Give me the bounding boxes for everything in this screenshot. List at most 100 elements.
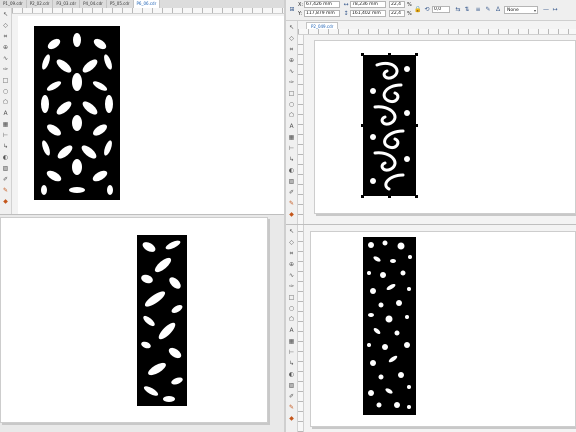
crop-icon[interactable]: ⌗ xyxy=(288,46,296,54)
eyedropper-icon[interactable]: ✐ xyxy=(2,176,10,184)
table-icon[interactable]: ▦ xyxy=(288,338,296,346)
selection-handle-bottom-right[interactable] xyxy=(415,195,418,198)
selection-handle-top-left[interactable] xyxy=(361,53,364,56)
text-icon[interactable]: A xyxy=(288,123,296,131)
zoom-icon[interactable]: ⊕ xyxy=(288,57,296,65)
artistic-media-icon[interactable]: ✑ xyxy=(288,79,296,87)
outline-width-select[interactable]: None ▾ xyxy=(504,6,538,14)
drawing-page[interactable] xyxy=(0,217,268,423)
dimension-icon[interactable]: ⊢ xyxy=(288,349,296,357)
table-icon[interactable]: ▦ xyxy=(288,134,296,142)
corel-window-bottom-right: ↖ ◇ ⌗ ⊕ ∿ ✑ □ ○ ⬠ A ▦ ⊢ ↳ ◐ ▨ ✐ ✎ ◆ xyxy=(286,225,576,432)
selection-handle-top[interactable] xyxy=(388,53,391,56)
selection-handle-right[interactable] xyxy=(415,124,418,127)
horizontal-ruler[interactable] xyxy=(298,29,576,35)
transparency-icon[interactable]: ▨ xyxy=(288,178,296,186)
document-tab-4[interactable]: P4_04.cdr xyxy=(80,0,107,8)
scroll-cutout-panel[interactable] xyxy=(363,55,416,196)
text-icon[interactable]: A xyxy=(288,327,296,335)
polygon-icon[interactable]: ⬠ xyxy=(2,99,10,107)
freehand-icon[interactable]: ∿ xyxy=(288,68,296,76)
dimension-icon[interactable]: ⊢ xyxy=(2,132,10,140)
lock-ratio-icon[interactable]: 🔒 xyxy=(414,6,422,14)
shape-icon[interactable]: ◇ xyxy=(288,35,296,43)
rectangle-icon[interactable]: □ xyxy=(288,294,296,302)
transparency-icon[interactable]: ▨ xyxy=(2,165,10,173)
mirror-horizontal-icon[interactable]: ⇆ xyxy=(454,6,462,14)
horizontal-ruler[interactable] xyxy=(12,8,284,14)
document-tab-bar: P1_09.cdr P2_02.cdr P3_03.cdr P4_04.cdr … xyxy=(0,0,284,8)
shape-icon[interactable]: ◇ xyxy=(288,239,296,247)
outline-icon[interactable]: ✎ xyxy=(288,200,296,208)
vine-cutout-panel[interactable] xyxy=(363,237,416,415)
rotation-field[interactable]: 0,0 xyxy=(432,6,450,13)
line-style-icon[interactable]: — xyxy=(542,6,550,14)
width-field[interactable]: 78,236 mm xyxy=(350,1,386,8)
floral-cutout-panel[interactable] xyxy=(34,26,120,200)
ellipse-icon[interactable]: ○ xyxy=(288,305,296,313)
document-tab-5[interactable]: P5_05.cdr xyxy=(107,0,134,8)
fill-icon[interactable]: ◆ xyxy=(288,415,296,423)
object-origin-icon[interactable]: ⊞ xyxy=(288,6,296,14)
table-icon[interactable]: ▦ xyxy=(2,121,10,129)
scale-width-field[interactable]: 22,4 xyxy=(389,1,405,8)
freehand-icon[interactable]: ∿ xyxy=(288,272,296,280)
document-tab-6[interactable]: P6_06.cdr xyxy=(133,0,161,8)
x-position-field[interactable]: 67,426 mm xyxy=(304,1,340,8)
y-position-field[interactable]: 117,879 mm xyxy=(304,10,340,17)
mirror-vertical-icon[interactable]: ⇅ xyxy=(463,6,471,14)
selection-handle-top-right[interactable] xyxy=(415,53,418,56)
fill-icon[interactable]: ◆ xyxy=(288,211,296,219)
ellipse-icon[interactable]: ○ xyxy=(2,88,10,96)
document-tab[interactable]: P2_049.cdr xyxy=(306,22,339,29)
drawing-page[interactable] xyxy=(310,231,576,427)
eyedropper-icon[interactable]: ✐ xyxy=(288,393,296,401)
fill-icon[interactable]: ◆ xyxy=(2,198,10,206)
eyedropper-icon[interactable]: ✐ xyxy=(288,189,296,197)
connector-icon[interactable]: ↳ xyxy=(288,156,296,164)
rectangle-icon[interactable]: □ xyxy=(288,90,296,98)
artistic-media-icon[interactable]: ✑ xyxy=(288,283,296,291)
outline-icon[interactable]: ✎ xyxy=(288,404,296,412)
transparency-icon[interactable]: ▨ xyxy=(288,382,296,390)
selection-handle-left[interactable] xyxy=(361,124,364,127)
pick-icon[interactable]: ↖ xyxy=(2,11,10,19)
selection-handle-bottom-left[interactable] xyxy=(361,195,364,198)
connector-icon[interactable]: ↳ xyxy=(2,143,10,151)
document-tab-3[interactable]: P3_03.cdr xyxy=(53,0,81,8)
wrap-text-icon[interactable]: ≡ xyxy=(474,6,482,14)
leaf-cutout-panel[interactable] xyxy=(137,235,187,406)
freehand-icon[interactable]: ∿ xyxy=(2,55,10,63)
vertical-ruler[interactable] xyxy=(298,35,304,225)
pick-icon[interactable]: ↖ xyxy=(288,228,296,236)
outline-pen-icon[interactable]: ✎ xyxy=(484,6,492,14)
scale-height-field[interactable]: 22,4 xyxy=(389,10,405,17)
pick-icon[interactable]: ↖ xyxy=(288,24,296,32)
outline-icon[interactable]: ✎ xyxy=(2,187,10,195)
ellipse-icon[interactable]: ○ xyxy=(288,101,296,109)
connector-icon[interactable]: ↳ xyxy=(288,360,296,368)
dimension-icon[interactable]: ⊢ xyxy=(288,145,296,153)
crop-icon[interactable]: ⌗ xyxy=(2,33,10,41)
arrow-style-icon[interactable]: ↦ xyxy=(551,6,559,14)
polygon-icon[interactable]: ⬠ xyxy=(288,316,296,324)
blend-icon[interactable]: ◐ xyxy=(288,371,296,379)
text-icon[interactable]: A xyxy=(2,110,10,118)
blend-icon[interactable]: ◐ xyxy=(288,167,296,175)
y-position-label: Y: xyxy=(298,11,303,17)
zoom-icon[interactable]: ⊕ xyxy=(2,44,10,52)
document-tab-1[interactable]: P1_09.cdr xyxy=(0,0,27,8)
drawing-page[interactable] xyxy=(314,40,576,214)
selection-handle-bottom[interactable] xyxy=(388,195,391,198)
document-tab-2[interactable]: P2_02.cdr xyxy=(27,0,54,8)
rectangle-icon[interactable]: □ xyxy=(2,77,10,85)
shape-icon[interactable]: ◇ xyxy=(2,22,10,30)
blend-icon[interactable]: ◐ xyxy=(2,154,10,162)
zoom-icon[interactable]: ⊕ xyxy=(288,261,296,269)
crop-icon[interactable]: ⌗ xyxy=(288,250,296,258)
screenshot-collage: P1_09.cdr P2_02.cdr P3_03.cdr P4_04.cdr … xyxy=(0,0,576,432)
polygon-icon[interactable]: ⬠ xyxy=(288,112,296,120)
artistic-media-icon[interactable]: ✑ xyxy=(2,66,10,74)
height-field[interactable]: 161,402 mm xyxy=(350,10,386,17)
vertical-ruler[interactable] xyxy=(298,225,304,432)
